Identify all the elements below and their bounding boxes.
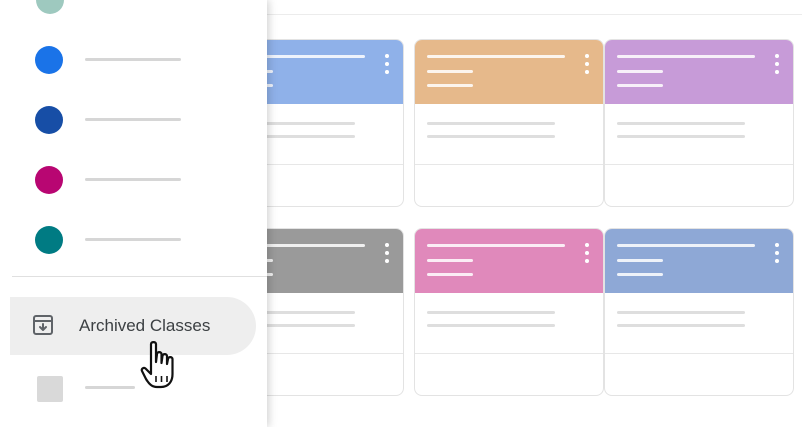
archive-icon	[32, 314, 54, 336]
more-options-dot	[775, 259, 779, 263]
more-options-icon[interactable]	[585, 243, 589, 267]
drawer-divider	[12, 276, 267, 277]
class-color-dot[interactable]	[35, 226, 63, 254]
class-section-placeholder	[617, 70, 663, 73]
more-options-icon[interactable]	[775, 54, 779, 78]
card-footer-divider	[415, 164, 603, 165]
more-options-dot	[385, 259, 389, 263]
card-footer-divider	[415, 353, 603, 354]
card-body-placeholder	[427, 135, 555, 138]
more-options-dot	[775, 251, 779, 255]
class-section-placeholder	[427, 259, 473, 262]
class-card[interactable]	[414, 228, 604, 396]
class-name-placeholder	[85, 58, 181, 61]
card-body-placeholder	[617, 135, 745, 138]
card-body-placeholder	[427, 324, 555, 327]
class-title-placeholder	[617, 244, 755, 247]
hand-pointer-icon	[140, 340, 180, 392]
class-section-placeholder	[427, 84, 473, 87]
more-options-icon[interactable]	[585, 54, 589, 78]
more-options-dot	[385, 54, 389, 58]
class-card[interactable]	[604, 39, 794, 207]
class-title-placeholder	[617, 55, 755, 58]
more-options-icon[interactable]	[775, 243, 779, 267]
class-section-placeholder	[617, 259, 663, 262]
more-options-dot	[585, 54, 589, 58]
more-options-dot	[775, 54, 779, 58]
class-section-placeholder	[427, 273, 473, 276]
class-card-header	[415, 229, 603, 293]
class-card-header	[415, 40, 603, 104]
class-card[interactable]	[604, 228, 794, 396]
more-options-dot	[585, 70, 589, 74]
more-options-dot	[775, 62, 779, 66]
navigation-drawer: Archived Classes	[0, 0, 267, 427]
card-body-placeholder	[617, 324, 745, 327]
class-section-placeholder	[427, 70, 473, 73]
settings-placeholder-icon[interactable]	[37, 376, 63, 402]
card-footer-divider	[605, 353, 793, 354]
card-body-placeholder	[617, 122, 745, 125]
class-card-header	[605, 40, 793, 104]
card-body-placeholder	[427, 122, 555, 125]
class-title-placeholder	[427, 55, 565, 58]
more-options-dot	[775, 70, 779, 74]
more-options-dot	[585, 243, 589, 247]
menu-item-placeholder	[85, 386, 135, 389]
more-options-dot	[585, 62, 589, 66]
class-color-dot	[36, 0, 64, 14]
archived-classes-label: Archived Classes	[79, 316, 211, 335]
more-options-dot	[385, 251, 389, 255]
class-name-placeholder	[85, 178, 181, 181]
more-options-dot	[385, 70, 389, 74]
more-options-icon[interactable]	[385, 243, 389, 267]
class-name-placeholder	[85, 238, 181, 241]
class-color-dot[interactable]	[35, 106, 63, 134]
more-options-dot	[775, 243, 779, 247]
class-section-placeholder	[617, 84, 663, 87]
class-color-dot[interactable]	[35, 166, 63, 194]
card-body-placeholder	[617, 311, 745, 314]
class-title-placeholder	[427, 244, 565, 247]
more-options-icon[interactable]	[385, 54, 389, 78]
more-options-dot	[585, 251, 589, 255]
class-color-dot[interactable]	[35, 46, 63, 74]
more-options-dot	[385, 62, 389, 66]
class-section-placeholder	[617, 273, 663, 276]
archived-classes-menu-item[interactable]: Archived Classes	[10, 297, 256, 355]
more-options-dot	[385, 243, 389, 247]
more-options-dot	[585, 259, 589, 263]
card-body-placeholder	[427, 311, 555, 314]
card-footer-divider	[605, 164, 793, 165]
class-name-placeholder	[85, 118, 181, 121]
class-card[interactable]	[414, 39, 604, 207]
class-card-header	[605, 229, 793, 293]
